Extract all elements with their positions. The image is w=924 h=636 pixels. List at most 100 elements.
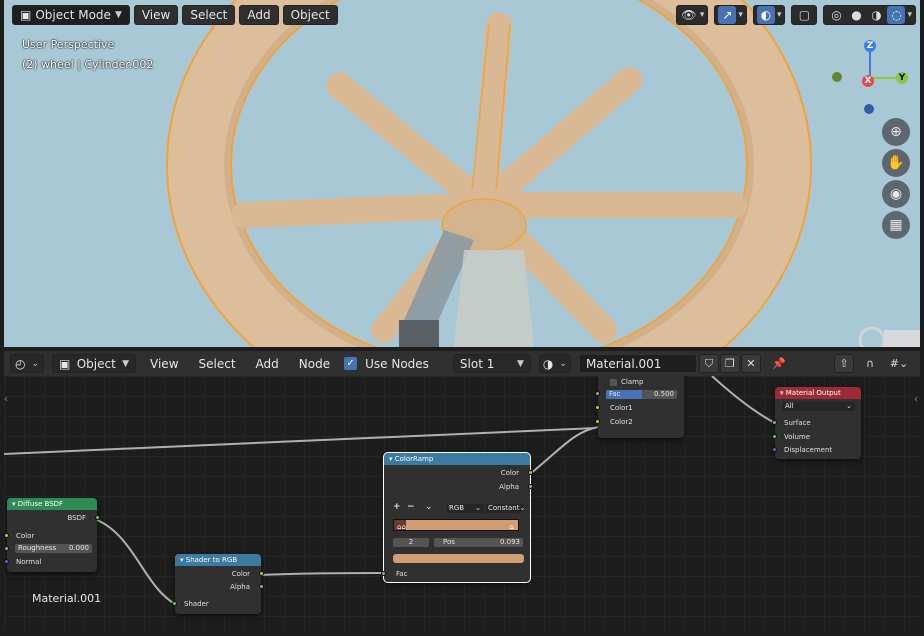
active-stop-index[interactable]: 2 xyxy=(393,538,429,547)
chevron-down-icon: ▼ xyxy=(114,10,122,20)
menu-add[interactable]: Add xyxy=(239,5,279,25)
gizmo-toggle-icon[interactable]: ↗ xyxy=(718,6,737,24)
socket-bsdf-out[interactable] xyxy=(95,515,100,520)
ortho-grid-icon[interactable]: ▦ xyxy=(882,211,910,239)
chevron-down-icon[interactable]: ▾ xyxy=(700,10,705,20)
menu-select[interactable]: Select xyxy=(193,357,242,371)
menu-add[interactable]: Add xyxy=(250,357,285,371)
color-ramp-bar[interactable]: ⌂⌂ ⌂ xyxy=(393,519,519,531)
axis-y-icon[interactable]: Y xyxy=(896,72,908,84)
3d-viewport[interactable]: ▣ Object Mode ▼ View Select Add Object 👁… xyxy=(4,0,920,347)
stop-handle-icon[interactable]: ⌂ xyxy=(510,523,514,531)
axis-x-icon[interactable]: X xyxy=(862,75,874,87)
roughness-label: Roughness xyxy=(18,544,57,552)
chevron-down-icon: ⌄ xyxy=(846,402,852,410)
socket-alpha-out[interactable] xyxy=(528,484,533,489)
node-title: ▾ Diffuse BSDF xyxy=(7,498,97,510)
zoom-icon[interactable]: ⊕ xyxy=(882,118,910,146)
socket-color1[interactable] xyxy=(595,405,600,410)
axis-neg-y-icon[interactable] xyxy=(832,72,842,82)
stop-color-swatch[interactable] xyxy=(393,554,524,563)
xray-icon[interactable]: ▢ xyxy=(795,6,813,24)
node-editor-canvas[interactable]: Clamp Fac 0.500 Color1 Color2 ▾ Material… xyxy=(4,376,920,630)
overlay-group: ◐ ▾ xyxy=(752,5,786,25)
shader-to-rgb-node[interactable]: ▾ Shader to RGB Color Alpha Shader xyxy=(172,554,264,614)
wireframe-shading-icon[interactable]: ◎ xyxy=(827,6,845,24)
rendered-shading-icon[interactable]: ◌ xyxy=(887,6,906,24)
overlay-toggle-icon[interactable]: ◐ xyxy=(756,6,775,24)
object-mode-dropdown[interactable]: ▣ Object Mode ▼ xyxy=(12,5,130,25)
shader-type-dropdown[interactable]: ▣ Object ▼ xyxy=(52,354,137,373)
ramp-menu-button[interactable]: ⌄ xyxy=(425,502,433,512)
shader-to-rgb-title: Shader to RGB xyxy=(185,556,238,564)
fac-slider[interactable]: Fac 0.500 xyxy=(606,390,677,399)
pan-hand-icon[interactable]: ✋ xyxy=(882,149,910,177)
node-title: ▾ ColorRamp xyxy=(384,453,530,465)
unlink-close-icon[interactable]: ✕ xyxy=(740,354,761,373)
chevron-down-icon[interactable]: ▾ xyxy=(907,10,912,20)
socket-volume[interactable] xyxy=(772,434,777,439)
eye-icon[interactable]: 👁 xyxy=(680,6,698,24)
socket-shader-in[interactable] xyxy=(172,601,177,606)
socket-normal-in[interactable] xyxy=(4,559,9,564)
snapping-magnet-icon[interactable]: ∩ xyxy=(860,354,880,373)
socket-color2[interactable] xyxy=(595,419,600,424)
stop-handle-icon[interactable]: ⌂⌂ xyxy=(397,523,406,531)
material-browse-button[interactable]: ◑ ⌄ xyxy=(538,354,571,373)
object-mode-icon: ▣ xyxy=(20,8,32,22)
target-dropdown[interactable]: All ⌄ xyxy=(782,402,855,411)
clamp-label: Clamp xyxy=(621,378,644,386)
stop-position-field[interactable]: Pos 0.093 xyxy=(434,538,523,547)
chevron-down-icon: ⌄ xyxy=(559,358,567,369)
remove-stop-button[interactable]: − xyxy=(407,502,415,512)
menu-select[interactable]: Select xyxy=(182,5,236,25)
node-editor-header: ◴ ⌄ ▣ Object ▼ View Select Add Node ✓ Use… xyxy=(4,351,920,376)
shader-input-label: Shader xyxy=(184,600,209,608)
slot-dropdown[interactable]: Slot 1 ▼ xyxy=(452,354,531,373)
duplicate-material-icon[interactable]: ❐ xyxy=(719,354,740,373)
material-output-node[interactable]: ▾ Material Output All ⌄ Surface Volume Di… xyxy=(772,387,861,459)
use-nodes-checkbox[interactable]: ✓ xyxy=(344,357,358,370)
fac-label: Fac xyxy=(609,390,621,398)
socket-roughness-in[interactable] xyxy=(4,546,9,551)
socket-fac-in[interactable] xyxy=(381,571,386,576)
roughness-field[interactable]: Roughness 0.000 xyxy=(15,544,92,553)
editor-type-dropdown[interactable]: ◴ ⌄ xyxy=(10,354,45,373)
mix-rgb-node[interactable]: Clamp Fac 0.500 Color1 Color2 xyxy=(595,376,684,438)
socket-alpha-out[interactable] xyxy=(259,584,264,589)
pin-icon[interactable]: 📌 xyxy=(769,354,789,373)
menu-view[interactable]: View xyxy=(144,357,184,371)
parent-tree-up-icon[interactable]: ⇧ xyxy=(834,354,854,373)
axis-z-icon[interactable]: Z xyxy=(864,40,876,52)
socket-color-in[interactable] xyxy=(4,533,9,538)
socket-color-out[interactable] xyxy=(528,470,533,475)
color-mode-dropdown[interactable]: RGB ⌄ xyxy=(446,504,484,513)
solid-shading-icon[interactable]: ● xyxy=(847,6,865,24)
material-shading-icon[interactable]: ◑ xyxy=(867,6,885,24)
pos-value: 0.093 xyxy=(499,538,520,546)
chevron-left-icon[interactable]: ‹ xyxy=(914,394,918,405)
chevron-down-icon[interactable]: ▾ xyxy=(738,10,743,20)
mode-label: Object Mode xyxy=(35,8,111,22)
socket-input[interactable] xyxy=(595,391,600,396)
socket-displacement[interactable] xyxy=(772,447,777,452)
menu-node[interactable]: Node xyxy=(293,357,336,371)
add-stop-button[interactable]: + xyxy=(393,502,401,512)
socket-surface[interactable] xyxy=(772,420,777,425)
material-name-field[interactable]: Material.001 xyxy=(578,354,697,373)
axis-neg-z-icon[interactable] xyxy=(864,104,874,114)
fake-user-shield-icon[interactable]: ⛉ xyxy=(698,354,719,373)
snap-grid-icon[interactable]: #⌄ xyxy=(886,354,912,373)
socket-color-out[interactable] xyxy=(259,571,264,576)
material-name-overlay: Material.001 xyxy=(32,592,102,605)
chevron-down-icon[interactable]: ▾ xyxy=(777,10,782,20)
interpolation-dropdown[interactable]: Constant ⌄ xyxy=(485,504,525,513)
clamp-checkbox[interactable] xyxy=(610,379,617,386)
menu-view[interactable]: View xyxy=(133,5,179,25)
diffuse-bsdf-node[interactable]: ▾ Diffuse BSDF BSDF Color Roughness 0.00… xyxy=(4,498,100,572)
menu-object[interactable]: Object xyxy=(282,5,338,25)
camera-icon[interactable]: ◉ xyxy=(882,180,910,208)
color-ramp-node[interactable]: ▾ ColorRamp Color Alpha + − ⌄ RGB ⌄ Const… xyxy=(381,452,533,583)
chevron-left-icon[interactable]: ‹ xyxy=(4,394,8,405)
shading-group: ◎ ● ◑ ◌ ▾ xyxy=(823,5,916,25)
